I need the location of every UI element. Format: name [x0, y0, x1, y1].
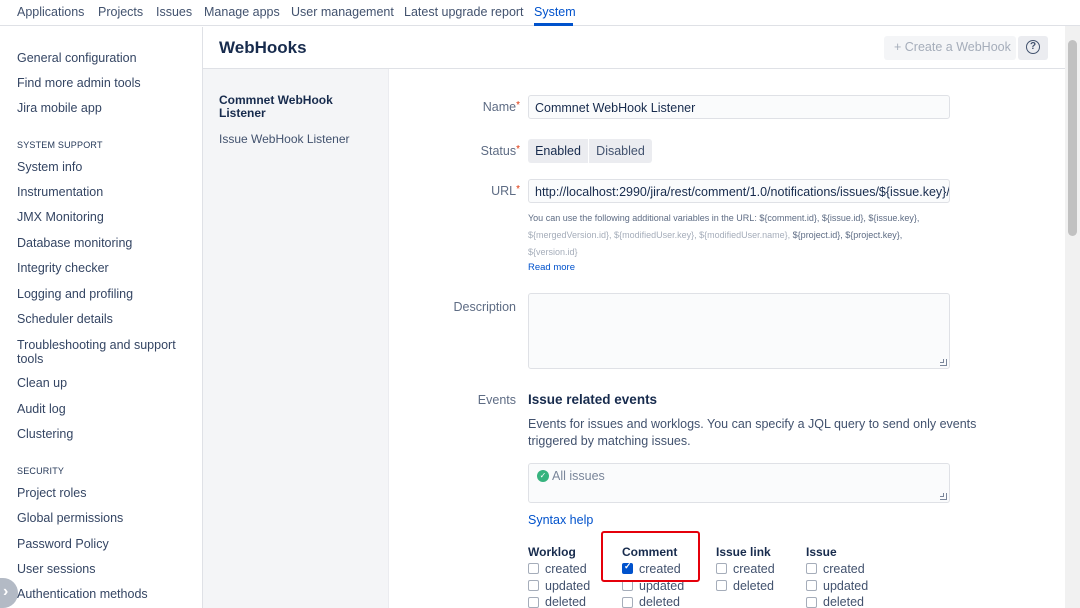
scrollbar-thumb[interactable]: [1068, 40, 1077, 236]
worklog-created-label: created: [545, 562, 587, 576]
issue-link-created-label: created: [733, 562, 775, 576]
issue-created-checkbox[interactable]: [806, 563, 817, 574]
url-label: URL*: [491, 184, 520, 198]
events-label: Events: [477, 393, 516, 407]
comment-deleted-label: deleted: [639, 595, 681, 608]
tab-system[interactable]: System: [534, 5, 576, 19]
help-button[interactable]: ?: [1018, 36, 1048, 60]
url-field[interactable]: http://localhost:2990/jira/rest/comment/…: [528, 179, 950, 203]
create-webhook-button[interactable]: + Create a WebHook: [884, 36, 1016, 60]
events-title: Issue related events: [528, 392, 658, 407]
tab-manage-apps[interactable]: Manage apps: [204, 5, 280, 19]
sidebar-item-clustering[interactable]: Clustering: [17, 427, 187, 441]
issue-link-column-title: Issue link: [716, 545, 771, 559]
status-label: Status*: [480, 144, 520, 158]
syntax-help-link[interactable]: Syntax help: [528, 513, 593, 527]
issue-updated-label: updated: [823, 579, 869, 593]
sidebar-item-global-permissions[interactable]: Global permissions: [17, 511, 187, 525]
sidebar-item-audit-log[interactable]: Audit log: [17, 402, 187, 416]
worklog-deleted-checkbox[interactable]: [528, 597, 539, 608]
description-label: Description: [453, 300, 516, 314]
page-title: WebHooks: [219, 38, 307, 57]
resize-handle-icon[interactable]: [940, 359, 947, 366]
sidebar-item-integrity-checker[interactable]: Integrity checker: [17, 261, 187, 275]
sidebar-item-instrumentation[interactable]: Instrumentation: [17, 185, 187, 199]
status-enabled-button[interactable]: Enabled: [528, 139, 588, 163]
worklog-deleted-label: deleted: [545, 595, 587, 608]
tab-applications[interactable]: Applications: [17, 5, 84, 19]
sidebar-item-logging-and-profiling[interactable]: Logging and profiling: [17, 287, 187, 301]
tab-latest-upgrade-report[interactable]: Latest upgrade report: [404, 5, 524, 19]
tab-issues[interactable]: Issues: [156, 5, 192, 19]
top-navigation: Applications Projects Issues Manage apps…: [0, 0, 1080, 26]
comment-deleted-checkbox[interactable]: [622, 597, 633, 608]
name-label: Name*: [482, 100, 520, 114]
sidebar-item-scheduler-details[interactable]: Scheduler details: [17, 312, 187, 326]
resize-handle-icon[interactable]: [940, 493, 947, 500]
sidebar-item-jira-mobile-app[interactable]: Jira mobile app: [17, 101, 187, 115]
issue-link-created-checkbox[interactable]: [716, 563, 727, 574]
sidebar-heading-system-support: SYSTEM SUPPORT: [17, 140, 103, 150]
sidebar-item-user-sessions[interactable]: User sessions: [17, 562, 187, 576]
admin-sidebar: General configuration Find more admin to…: [0, 27, 203, 608]
issue-updated-checkbox[interactable]: [806, 580, 817, 591]
jql-filter-text: All issues: [552, 469, 605, 483]
active-tab-indicator: [534, 23, 573, 26]
issue-deleted-label: deleted: [823, 595, 865, 608]
description-textarea[interactable]: [528, 293, 950, 369]
worklog-updated-label: updated: [545, 579, 591, 593]
sidebar-item-general-configuration[interactable]: General configuration: [17, 51, 187, 65]
webhook-list: Commnet WebHook Listener Issue WebHook L…: [203, 69, 389, 608]
worklog-updated-checkbox[interactable]: [528, 580, 539, 591]
sidebar-item-password-policy[interactable]: Password Policy: [17, 537, 187, 551]
jql-filter-input[interactable]: ✓ All issues: [528, 463, 950, 503]
highlight-box: [601, 531, 700, 582]
tab-user-management[interactable]: User management: [291, 5, 394, 19]
events-description: Events for issues and worklogs. You can …: [528, 417, 977, 448]
issue-deleted-checkbox[interactable]: [806, 597, 817, 608]
worklog-created-checkbox[interactable]: [528, 563, 539, 574]
page-scrollbar[interactable]: [1065, 26, 1080, 608]
sidebar-item-clean-up[interactable]: Clean up: [17, 376, 187, 390]
sidebar-item-jmx-monitoring[interactable]: JMX Monitoring: [17, 210, 187, 224]
issue-created-label: created: [823, 562, 865, 576]
sidebar-item-project-roles[interactable]: Project roles: [17, 486, 187, 500]
read-more-link[interactable]: Read more: [528, 262, 575, 273]
question-icon: ?: [1026, 40, 1040, 54]
webhook-list-item[interactable]: Issue WebHook Listener: [219, 132, 350, 146]
name-field[interactable]: Commnet WebHook Listener: [528, 95, 950, 119]
issue-link-deleted-checkbox[interactable]: [716, 580, 727, 591]
issue-column-title: Issue: [806, 545, 837, 559]
url-help-text: You can use the following additional var…: [528, 213, 920, 257]
chevron-right-icon: ›: [3, 583, 9, 600]
tab-projects[interactable]: Projects: [98, 5, 143, 19]
sidebar-item-troubleshooting-and-support-tools[interactable]: Troubleshooting and support tools: [17, 338, 187, 366]
worklog-column-title: Worklog: [528, 545, 576, 559]
issue-link-deleted-label: deleted: [733, 579, 775, 593]
sidebar-heading-security: SECURITY: [17, 466, 65, 476]
status-disabled-button[interactable]: Disabled: [589, 139, 652, 163]
check-circle-icon: ✓: [537, 470, 549, 482]
sidebar-item-system-info[interactable]: System info: [17, 160, 187, 174]
sidebar-item-authentication-methods[interactable]: Authentication methods: [17, 587, 187, 601]
webhook-list-item-selected[interactable]: Commnet WebHook Listener: [219, 94, 369, 120]
sidebar-item-find-more-admin-tools[interactable]: Find more admin tools: [17, 76, 187, 90]
sidebar-item-database-monitoring[interactable]: Database monitoring: [17, 236, 187, 250]
